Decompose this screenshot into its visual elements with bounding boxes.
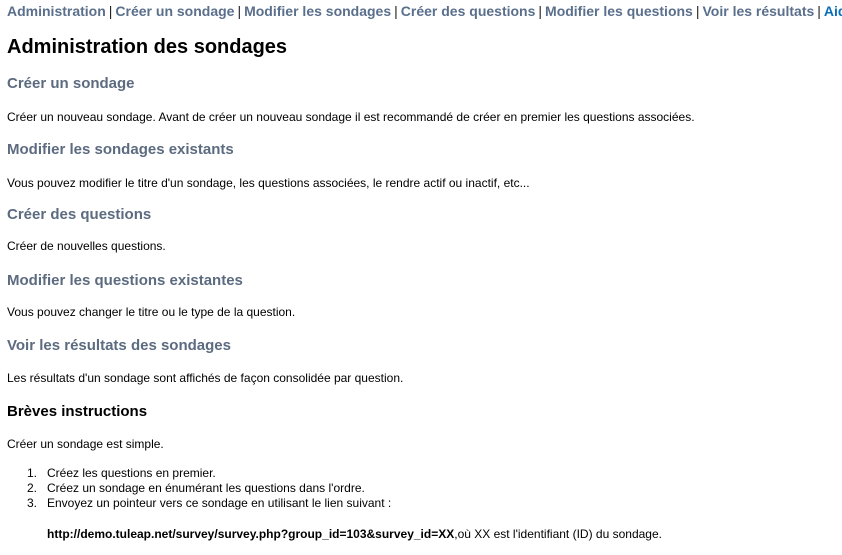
- nav-link-edit-surveys[interactable]: Modifier les sondages: [244, 3, 391, 19]
- instructions-intro: Créer un sondage est simple.: [7, 437, 164, 451]
- list-item: 1. Créez les questions en premier.: [27, 466, 391, 481]
- top-navigation: Administration | Créer un sondage | Modifier…: [7, 3, 842, 19]
- section-text-view-results: Les résultats d'un sondage sont affichés…: [7, 371, 404, 385]
- nav-separator: |: [817, 3, 821, 19]
- page-title: Administration des sondages: [7, 36, 288, 58]
- instructions-steps-list: 1. Créez les questions en premier. 2. Crée…: [27, 466, 392, 511]
- nav-link-help[interactable]: Aide: [824, 3, 842, 19]
- nav-separator: |: [394, 3, 398, 19]
- section-heading-view-results: Voir les résultats des sondages: [7, 337, 231, 354]
- list-item: 3. Envoyez un pointeur vers ce sondage en…: [27, 496, 392, 511]
- section-heading-edit-surveys: Modifier les sondages existants: [7, 141, 234, 158]
- survey-url: http://demo.tuleap.net/survey/survey.php…: [47, 527, 455, 541]
- list-item: 2. Créez un sondage en énumérant les ques…: [27, 481, 391, 496]
- section-text-edit-questions: Vous pouvez changer le titre ou le type …: [7, 305, 296, 319]
- nav-separator: |: [695, 3, 700, 19]
- nav-separator: |: [538, 3, 543, 19]
- step-number: 2.: [27, 481, 38, 495]
- survey-link-line: http://demo.tuleap.net/survey/survey.php…: [47, 527, 662, 542]
- step-text: Créez un sondage en énumérant les questi…: [47, 481, 365, 495]
- step-text: Envoyez un pointeur vers ce sondage en u…: [47, 496, 392, 510]
- step-number: 1.: [27, 466, 38, 480]
- nav-link-create-survey[interactable]: Créer un sondage: [115, 3, 234, 19]
- nav-link-create-questions[interactable]: Créer des questions: [401, 3, 536, 19]
- section-heading-edit-questions: Modifier les questions existantes: [7, 272, 243, 289]
- step-number: 3.: [27, 496, 38, 510]
- section-heading-create-survey: Créer un sondage: [7, 75, 135, 92]
- section-text-create-survey: Créer un nouveau sondage. Avant de créer…: [7, 110, 695, 124]
- nav-separator: |: [108, 3, 113, 19]
- survey-url-explanation: ,où XX est l'identifiant (ID) du sondage…: [454, 527, 662, 541]
- nav-separator: |: [237, 3, 242, 19]
- nav-link-edit-questions[interactable]: Modifier les questions: [545, 3, 693, 19]
- nav-link-administration[interactable]: Administration: [7, 3, 106, 19]
- section-text-create-questions: Créer de nouvelles questions.: [7, 239, 166, 253]
- section-heading-create-questions: Créer des questions: [7, 206, 152, 223]
- step-text: Créez les questions en premier.: [47, 466, 216, 480]
- instructions-heading: Brèves instructions: [7, 403, 148, 420]
- section-text-edit-surveys: Vous pouvez modifier le titre d'un sonda…: [7, 176, 530, 190]
- nav-link-view-results[interactable]: Voir les résultats: [702, 3, 814, 19]
